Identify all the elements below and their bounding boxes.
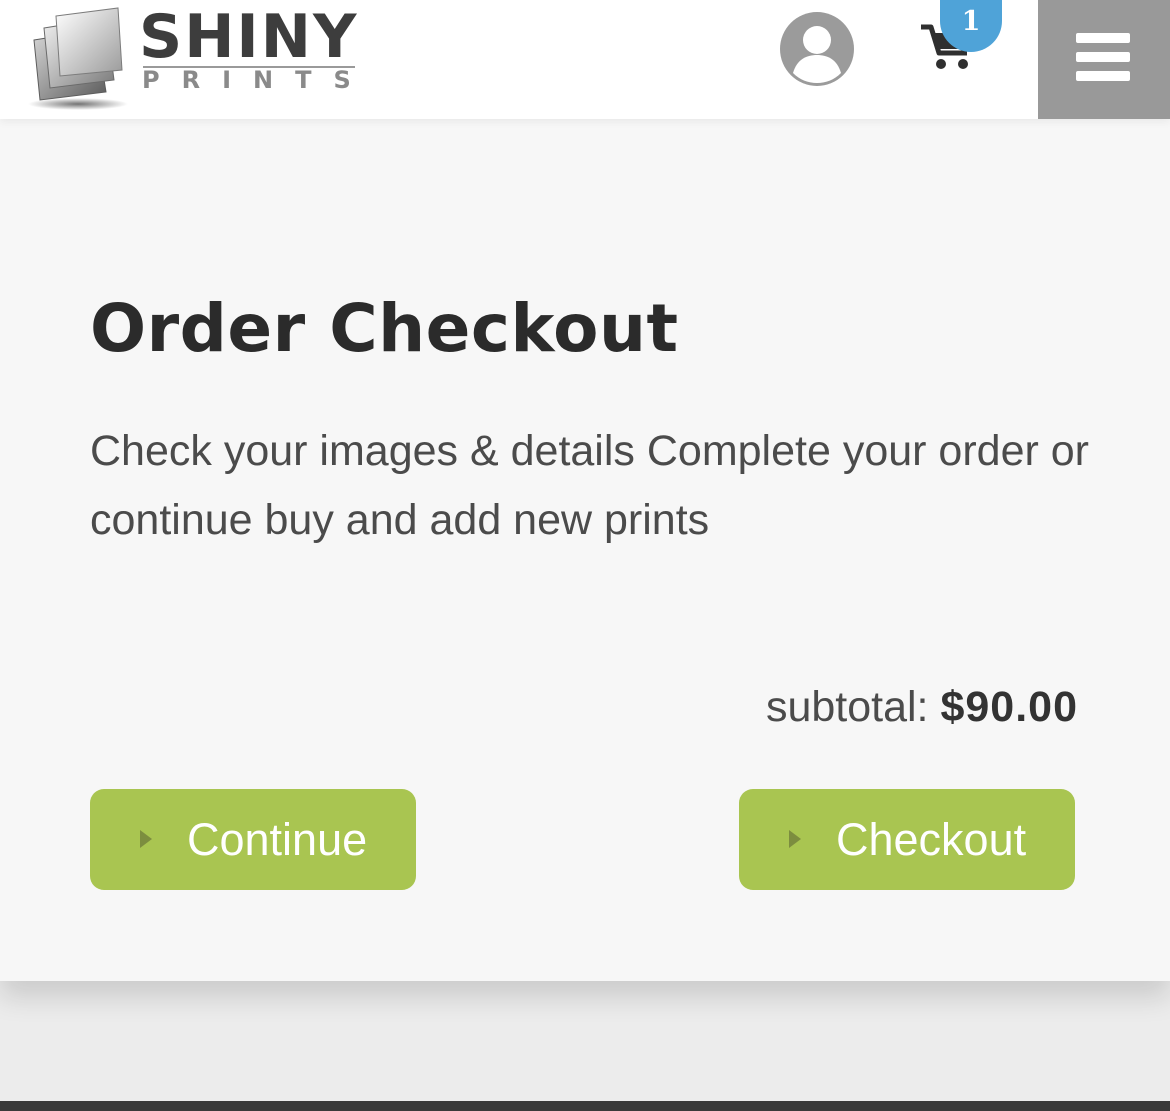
hamburger-menu-icon-bar-bottom (1076, 71, 1130, 81)
checkout-button-label: Checkout (836, 814, 1027, 865)
continue-button[interactable]: Continue (90, 789, 416, 890)
subtotal-label: subtotal: (765, 683, 929, 731)
site-header: SHINY PRINTS 1 (0, 0, 1170, 119)
subtotal: subtotal: $90.00 (766, 677, 1078, 737)
shiny-prints-logo[interactable]: SHINY PRINTS (26, 0, 366, 116)
checkout-description: Check your images & details Complete you… (90, 427, 1089, 544)
hamburger-menu-icon-bar-middle (1076, 52, 1130, 62)
user-circle-icon[interactable] (779, 11, 855, 87)
footer-edge (0, 1101, 1170, 1111)
triangle-right-icon (789, 830, 801, 848)
triangle-right-icon (140, 830, 152, 848)
page-title: Order Checkout (90, 290, 679, 367)
checkout-button[interactable]: Checkout (739, 789, 1075, 890)
continue-button-label: Continue (187, 814, 368, 865)
hamburger-menu-button[interactable] (1038, 0, 1170, 119)
stacked-prints-logo-icon (28, 7, 128, 110)
subtotal-value: $90.00 (940, 683, 1078, 731)
order-checkout-panel: Order Checkout Check your images & detai… (0, 119, 1170, 981)
brand-name: SHINY (139, 2, 359, 72)
hamburger-menu-icon-bar-top (1076, 33, 1130, 43)
brand-tagline: PRINTS (142, 66, 373, 94)
